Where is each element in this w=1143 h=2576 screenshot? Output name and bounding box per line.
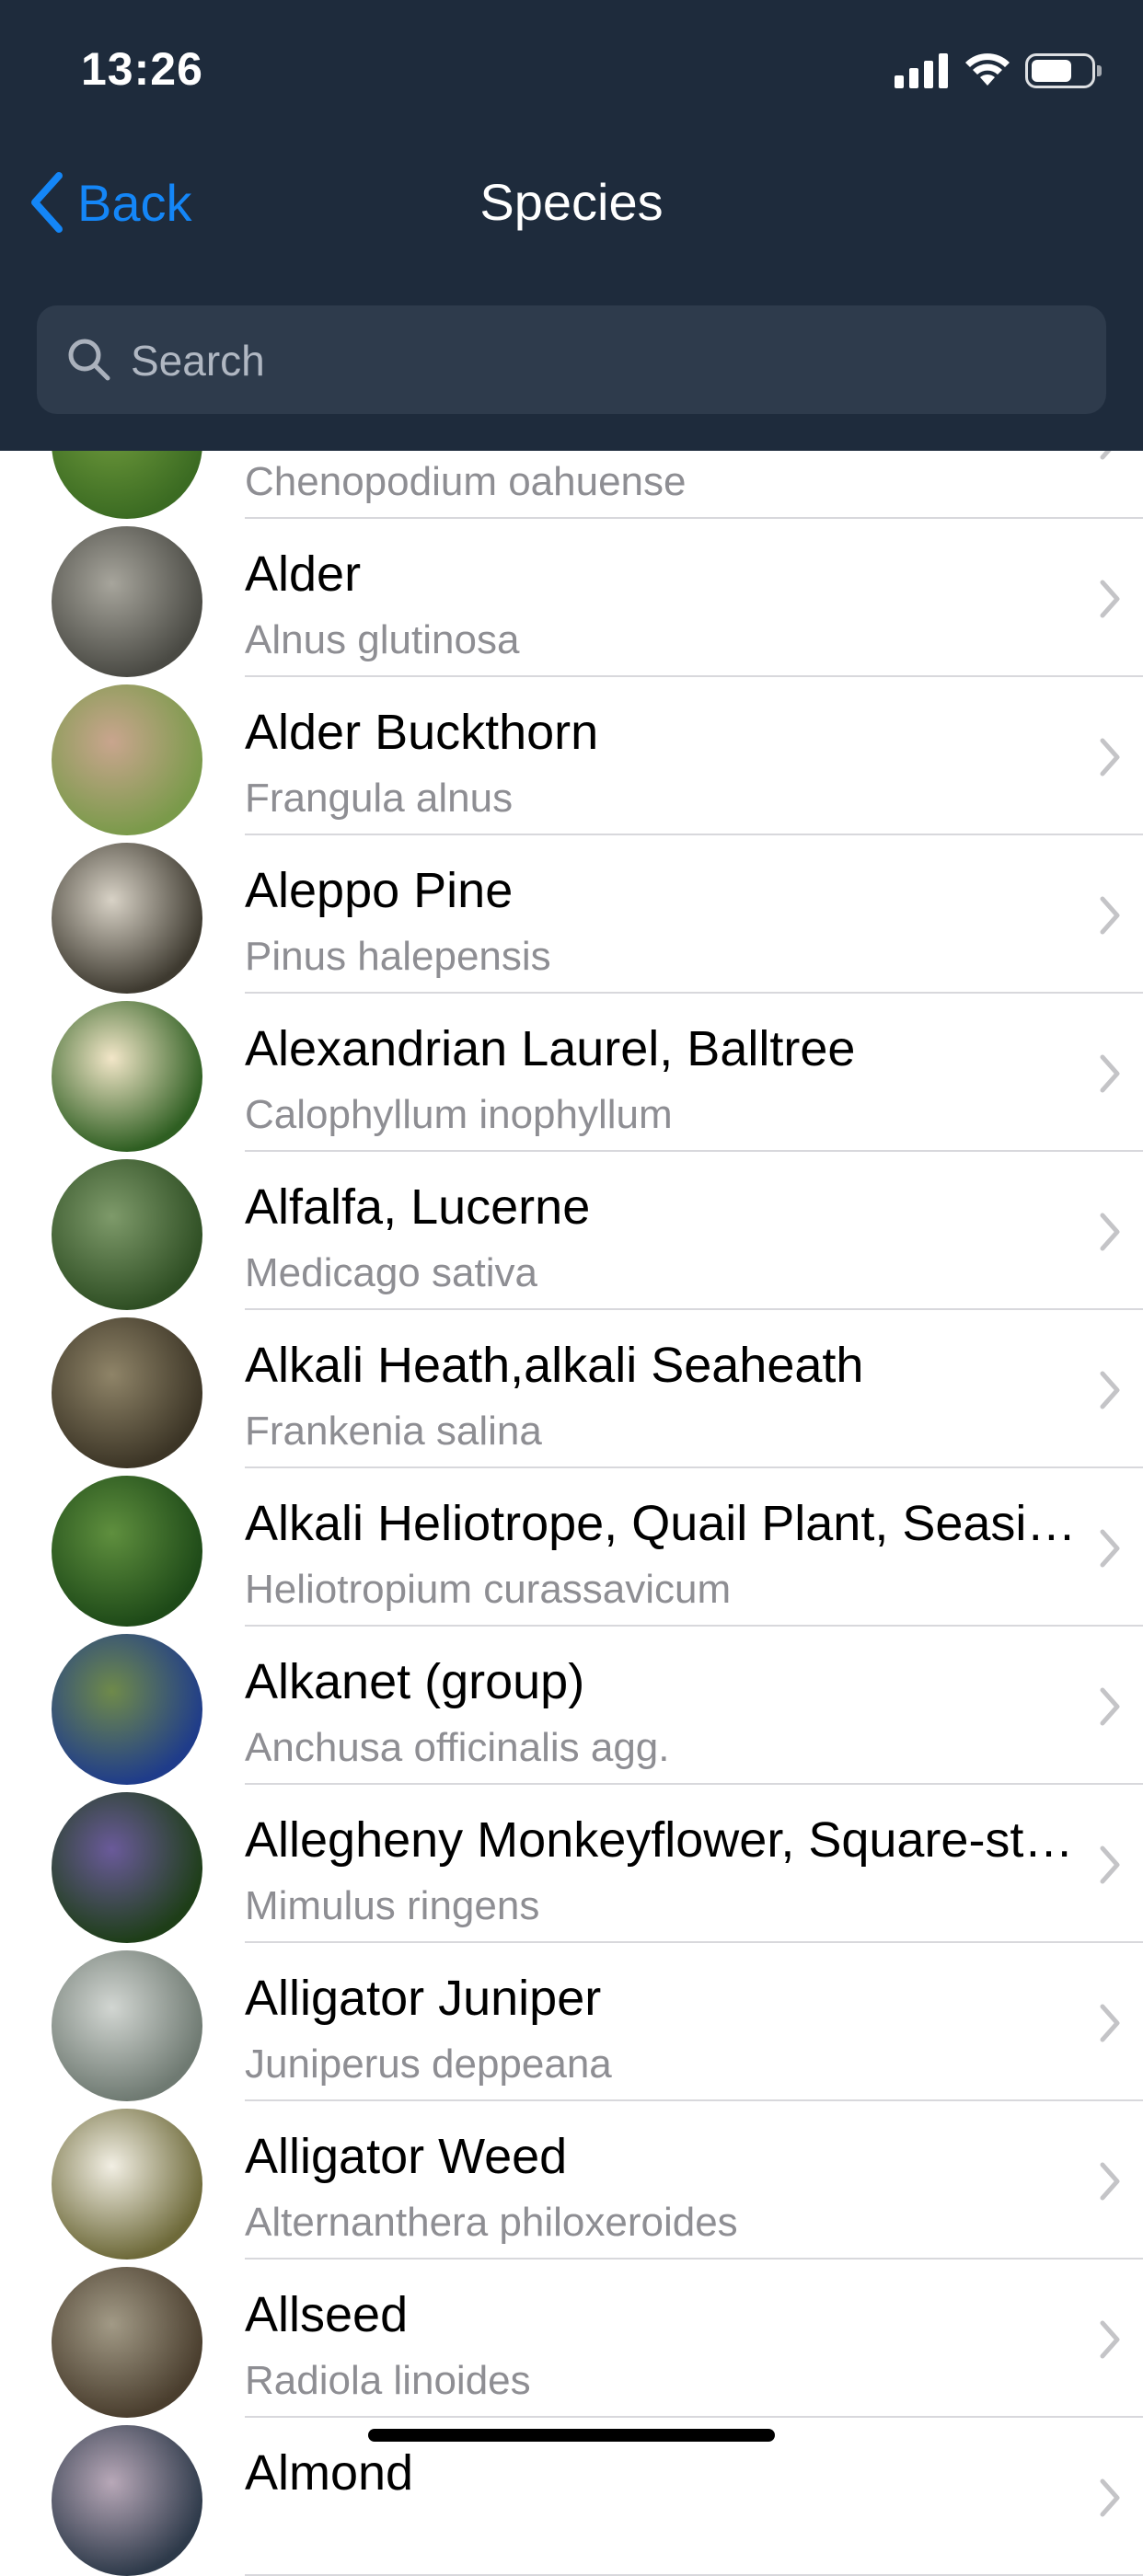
cellular-signal-icon: [895, 52, 950, 88]
navigation-bar: Back Species: [0, 147, 1143, 258]
list-item[interactable]: Allseed Radiola linoides: [0, 2260, 1143, 2418]
chevron-right-icon: [1100, 1371, 1120, 1409]
species-common-name: Almond: [245, 2445, 414, 2501]
list-item[interactable]: Alkali Heath,alkali Seaheath Frankenia sa…: [0, 1310, 1143, 1468]
battery-icon: [1025, 53, 1102, 88]
species-scientific-name: Pinus halepensis: [245, 934, 551, 979]
chevron-right-icon: [1100, 896, 1120, 935]
species-photo: [52, 2109, 202, 2260]
home-indicator[interactable]: [368, 2429, 775, 2442]
chevron-right-icon: [1100, 2004, 1120, 2042]
list-item[interactable]: Aleppo Pine Pinus halepensis: [0, 835, 1143, 994]
species-scientific-name: Chenopodium oahuense: [245, 459, 687, 504]
list-item[interactable]: Alexandrian Laurel, Balltree Calophyllum …: [0, 994, 1143, 1152]
species-scientific-name: Heliotropium curassavicum: [245, 1567, 732, 1612]
chevron-right-icon: [1100, 1054, 1120, 1093]
species-photo: [52, 1317, 202, 1468]
chevron-right-icon: [1100, 2478, 1120, 2517]
species-photo: [52, 526, 202, 677]
species-common-name: Alkali Heliotrope, Quail Plant, Seaside …: [245, 1496, 1082, 1551]
species-photo: [52, 2425, 202, 2576]
species-photo: [52, 684, 202, 835]
species-scientific-name: Mimulus ringens: [245, 1883, 540, 1928]
list-item[interactable]: Alkanet (group) Anchusa officinalis agg.: [0, 1627, 1143, 1785]
species-scientific-name: Anchusa officinalis agg.: [245, 1725, 670, 1770]
battery-level: [1032, 60, 1071, 82]
chevron-right-icon: [1100, 2162, 1120, 2201]
species-scientific-name: Frangula alnus: [245, 776, 514, 821]
species-common-name: Alder: [245, 546, 362, 602]
species-common-name: Allegheny Monkeyflower, Square-stemmed M…: [245, 1812, 1082, 1868]
chevron-right-icon: [1100, 1846, 1120, 1884]
wifi-icon: [965, 53, 1010, 86]
species-common-name: Alligator Juniper: [245, 1971, 602, 2026]
search-icon: [68, 339, 110, 381]
species-photo: [52, 1001, 202, 1152]
species-photo: [52, 1634, 202, 1785]
chevron-right-icon: [1100, 1687, 1120, 1726]
species-scientific-name: Juniperus deppeana: [245, 2041, 612, 2087]
species-photo: [52, 1792, 202, 1943]
search-input[interactable]: [129, 305, 1080, 416]
list-item[interactable]: Alkali Heliotrope, Quail Plant, Seaside …: [0, 1468, 1143, 1627]
status-time: 13:26: [81, 43, 203, 95]
species-common-name: Alder Buckthorn: [245, 705, 599, 760]
header: 13:26 Back Species: [0, 0, 1143, 451]
chevron-right-icon: [1100, 1213, 1120, 1251]
species-scientific-name: Alnus glutinosa: [245, 617, 520, 662]
species-common-name: Alligator Weed: [245, 2129, 568, 2184]
list-item[interactable]: Alfalfa, Lucerne Medicago sativa: [0, 1152, 1143, 1310]
species-common-name: Aleppo Pine: [245, 863, 514, 918]
species-common-name: Alexandrian Laurel, Balltree: [245, 1021, 856, 1076]
species-scientific-name: Medicago sativa: [245, 1250, 537, 1295]
species-common-name: Alkanet (group): [245, 1654, 585, 1709]
list-item[interactable]: Alder Buckthorn Frangula alnus: [0, 677, 1143, 835]
species-photo: [52, 1476, 202, 1627]
list-item[interactable]: Alligator Juniper Juniperus deppeana: [0, 1943, 1143, 2101]
species-photo: [52, 1159, 202, 1310]
species-photo: [52, 843, 202, 994]
chevron-right-icon: [1100, 580, 1120, 618]
search-field[interactable]: [37, 305, 1106, 416]
species-common-name: Alkali Heath,alkali Seaheath: [245, 1338, 864, 1393]
species-scientific-name: Alternanthera philoxeroides: [245, 2200, 738, 2245]
species-common-name: Alfalfa, Lucerne: [245, 1179, 591, 1235]
list-item[interactable]: Alder Alnus glutinosa: [0, 519, 1143, 677]
chevron-right-icon: [1100, 738, 1120, 776]
species-common-name: Allseed: [245, 2287, 409, 2342]
status-bar: 13:26: [0, 0, 1143, 138]
chevron-right-icon: [1100, 2320, 1120, 2359]
page-title: Species: [479, 173, 664, 231]
species-scientific-name: Frankenia salina: [245, 1409, 542, 1454]
species-photo: [52, 1950, 202, 2101]
chevron-right-icon: [1100, 1529, 1120, 1568]
species-scientific-name: Calophyllum inophyllum: [245, 1092, 673, 1137]
species-photo: [52, 2267, 202, 2418]
species-scientific-name: Radiola linoides: [245, 2358, 531, 2403]
list-item[interactable]: Allegheny Monkeyflower, Square-stemmed M…: [0, 1785, 1143, 1943]
list-item[interactable]: Alligator Weed Alternanthera philoxeroide…: [0, 2101, 1143, 2260]
